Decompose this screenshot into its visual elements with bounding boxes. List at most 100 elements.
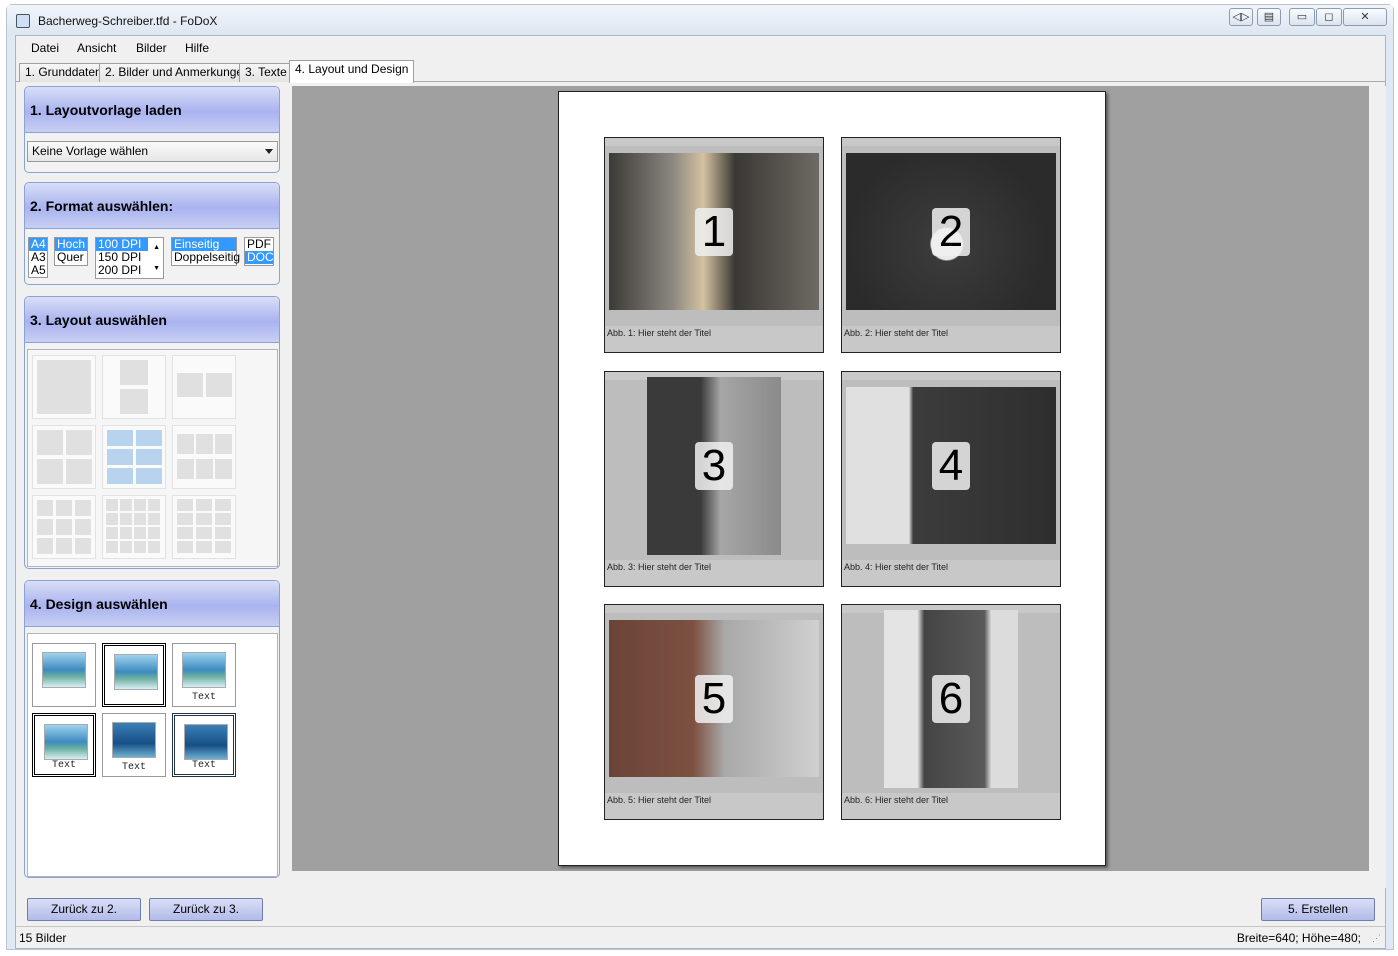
tab-bilder[interactable]: 2. Bilder und Anmerkungen xyxy=(99,63,256,82)
image-caption-1: Abb. 1: Hier steht der Titel xyxy=(607,328,712,338)
minimize-button[interactable]: ▭ xyxy=(1289,8,1315,26)
design-text-label: Text xyxy=(51,760,76,771)
image-frame-3[interactable]: 3 Abb. 3: Hier steht der Titel xyxy=(604,371,824,587)
image-number-4: 4 xyxy=(932,441,970,490)
vertical-scrollbar[interactable] xyxy=(1369,86,1386,871)
design-frame[interactable] xyxy=(102,643,166,707)
panel-title: 4. Design auswählen xyxy=(25,581,279,627)
design-fit-frame-caption[interactable]: Text xyxy=(172,713,236,777)
image-number-5: 5 xyxy=(695,674,733,723)
layout-2-horizontal[interactable] xyxy=(172,355,236,419)
image-frame-5[interactable]: 5 Abb. 5: Hier steht der Titel xyxy=(604,604,824,820)
landscape-icon xyxy=(182,652,226,688)
app-icon xyxy=(16,14,30,28)
image-number-1: 1 xyxy=(695,207,733,256)
design-text-label: Text xyxy=(191,692,216,703)
option-a5[interactable]: A5 xyxy=(29,264,47,277)
sides-list[interactable]: Einseitig Doppelseitig xyxy=(171,237,240,266)
panel-layout: 3. Layout auswählen xyxy=(24,296,280,569)
client-area: Datei Ansicht Bilder Hilfe 1. Grunddaten… xyxy=(15,35,1386,949)
panel-layoutvorlage: 1. Layoutvorlage laden Keine Vorlage wäh… xyxy=(24,86,280,173)
image-caption-2: Abb. 2: Hier steht der Titel xyxy=(844,328,949,338)
extra-icon-2[interactable]: ▤ xyxy=(1257,8,1281,26)
design-grid: Text Text Text Text xyxy=(27,633,278,877)
scroll-down-icon[interactable]: ▼ xyxy=(153,262,160,275)
image-frame-1[interactable]: 1 Abb. 1: Hier steht der Titel xyxy=(604,137,824,353)
layout-grid xyxy=(27,349,278,567)
layout-2x3[interactable] xyxy=(102,425,166,489)
panel-design: 4. Design auswählen Text Text Text Text xyxy=(24,580,280,878)
template-select-value: Keine Vorlage wählen xyxy=(32,144,149,158)
layout-3x4[interactable] xyxy=(172,495,236,559)
window-title: Bacherweg-Schreiber.tfd - FoDoX xyxy=(38,14,218,28)
option-quer[interactable]: Quer xyxy=(55,251,87,264)
maximize-button[interactable]: ◻ xyxy=(1316,8,1342,26)
layout-2-vertical[interactable] xyxy=(102,355,166,419)
photo-1: 1 xyxy=(609,153,819,310)
photo-3: 3 xyxy=(647,377,781,555)
design-caption[interactable]: Text xyxy=(172,643,236,707)
expand-landscape-icon xyxy=(112,722,156,758)
image-number-6: 6 xyxy=(932,675,970,723)
tab-grunddaten[interactable]: 1. Grunddaten xyxy=(19,63,108,82)
preview-page: 1 Abb. 1: Hier steht der Titel 2 Abb. 2:… xyxy=(558,91,1106,866)
image-frame-2[interactable]: 2 Abb. 2: Hier steht der Titel xyxy=(841,137,1061,353)
back-to-2-button[interactable]: Zurück zu 2. xyxy=(27,898,141,921)
layout-1x1[interactable] xyxy=(32,355,96,419)
image-frame-4[interactable]: 4 Abb. 4: Hier steht der Titel xyxy=(841,371,1061,587)
image-number-2: 2 xyxy=(932,207,970,256)
dpi-list[interactable]: 100 DPI 150 DPI 200 DPI ▲ ▼ xyxy=(95,237,164,279)
image-number-3: 3 xyxy=(695,442,733,490)
title-bar: Bacherweg-Schreiber.tfd - FoDoX ◁▷ ▤ ▭ ◻… xyxy=(7,5,1393,35)
design-frame-caption[interactable]: Text xyxy=(32,713,96,777)
design-plain[interactable] xyxy=(32,643,96,707)
tab-texte[interactable]: 3. Texte xyxy=(239,63,293,82)
status-bar: 15 Bilder Breite=640; Höhe=480; ⋰ xyxy=(16,926,1385,948)
image-caption-5: Abb. 5: Hier steht der Titel xyxy=(607,795,712,805)
image-frame-6[interactable]: 6 Abb. 6: Hier steht der Titel xyxy=(841,604,1061,820)
image-caption-6: Abb. 6: Hier steht der Titel xyxy=(844,795,949,805)
menu-bilder[interactable]: Bilder xyxy=(136,41,167,55)
template-select[interactable]: Keine Vorlage wählen xyxy=(27,141,278,162)
page-preview: 1 Abb. 1: Hier steht der Titel 2 Abb. 2:… xyxy=(292,86,1386,888)
landscape-icon xyxy=(44,724,88,760)
chevron-down-icon xyxy=(265,149,273,154)
panel-format: 2. Format auswählen: A4 A3 A5 Hoch Quer … xyxy=(24,182,280,285)
landscape-icon xyxy=(114,654,158,690)
resize-grip-icon[interactable]: ⋰ xyxy=(1372,933,1381,944)
panel-title: 3. Layout auswählen xyxy=(25,297,279,343)
design-text-label: Text xyxy=(121,762,146,773)
layout-4x4[interactable] xyxy=(102,495,166,559)
orientation-list[interactable]: Hoch Quer xyxy=(54,237,88,266)
app-window: Bacherweg-Schreiber.tfd - FoDoX ◁▷ ▤ ▭ ◻… xyxy=(6,4,1394,950)
tab-bar: 1. Grunddaten 2. Bilder und Anmerkungen … xyxy=(16,60,1385,83)
horizontal-scrollbar[interactable] xyxy=(292,871,1369,888)
back-to-3-button[interactable]: Zurück zu 3. xyxy=(149,898,263,921)
photo-5: 5 xyxy=(609,620,819,777)
menu-ansicht[interactable]: Ansicht xyxy=(77,41,116,55)
design-text-label: Text xyxy=(191,760,216,771)
extra-icon-1[interactable]: ◁▷ xyxy=(1229,8,1253,26)
photo-6: 6 xyxy=(884,610,1018,788)
layout-3x3-a[interactable] xyxy=(32,495,96,559)
layout-2x2[interactable] xyxy=(32,425,96,489)
panel-title: 1. Layoutvorlage laden xyxy=(25,87,279,133)
status-image-count: 15 Bilder xyxy=(19,931,67,945)
menu-hilfe[interactable]: Hilfe xyxy=(185,41,209,55)
scroll-up-icon[interactable]: ▲ xyxy=(153,241,160,254)
design-fit-caption[interactable]: Text xyxy=(102,713,166,777)
option-doppelseitig[interactable]: Doppelseitig xyxy=(172,251,240,264)
option-doc[interactable]: DOC xyxy=(245,251,274,264)
layout-3x2[interactable] xyxy=(172,425,236,489)
menu-bar: Datei Ansicht Bilder Hilfe xyxy=(16,36,1385,60)
settings-sidebar: 1. Layoutvorlage laden Keine Vorlage wäh… xyxy=(24,86,282,878)
image-caption-3: Abb. 3: Hier steht der Titel xyxy=(607,562,712,572)
create-button[interactable]: 5. Erstellen xyxy=(1261,898,1375,921)
output-format-list[interactable]: PDF DOC xyxy=(244,237,274,266)
image-caption-4: Abb. 4: Hier steht der Titel xyxy=(844,562,949,572)
menu-datei[interactable]: Datei xyxy=(31,41,59,55)
paper-size-list[interactable]: A4 A3 A5 xyxy=(28,237,48,278)
tab-layout-design[interactable]: 4. Layout und Design xyxy=(289,60,415,83)
close-button[interactable]: ✕ xyxy=(1343,8,1387,26)
panel-title: 2. Format auswählen: xyxy=(25,183,279,229)
